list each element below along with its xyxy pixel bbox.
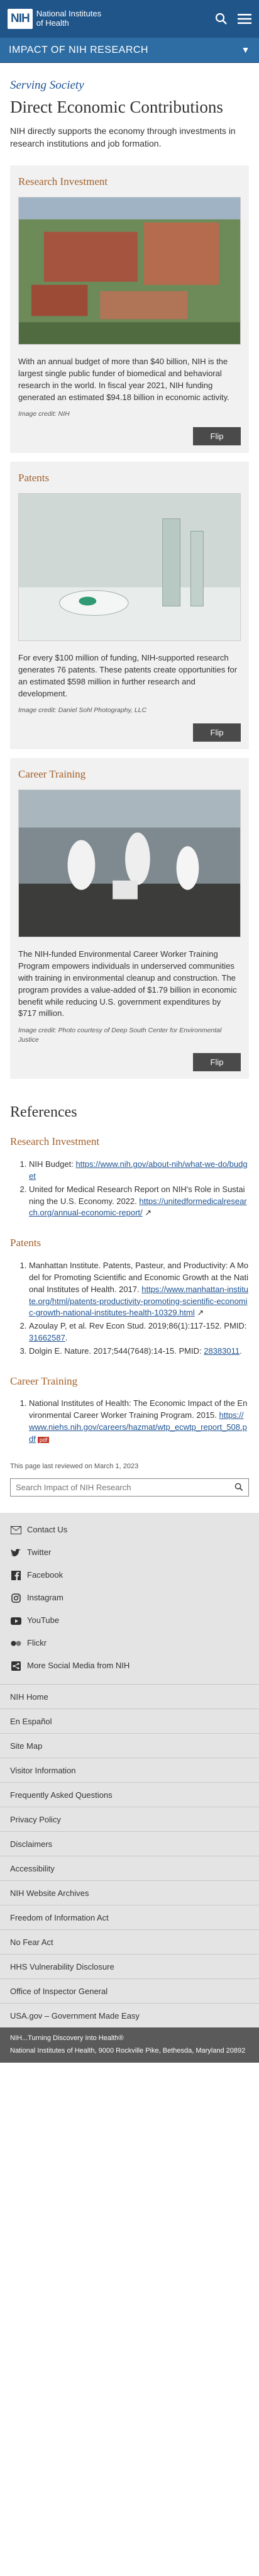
reference-link[interactable]: 31662587: [29, 1333, 65, 1342]
card-body: For every $100 million of funding, NIH-s…: [18, 653, 238, 698]
footer-link-nih-home[interactable]: NIH Home: [0, 1683, 259, 1709]
reference-link[interactable]: 28383011: [204, 1346, 240, 1356]
card-title: Career Training: [18, 767, 86, 780]
lab-photo: [18, 493, 241, 642]
references: References Research Investment NIH Budge…: [0, 1079, 259, 1446]
flickr-icon: [10, 1637, 22, 1649]
youtube-link[interactable]: YouTube: [0, 1610, 259, 1632]
footer-link-archives[interactable]: NIH Website Archives: [0, 1880, 259, 1905]
share-icon: [10, 1660, 22, 1672]
footer-link-faq[interactable]: Frequently Asked Questions: [0, 1781, 259, 1807]
flip-button[interactable]: Flip: [193, 1052, 241, 1071]
section-nav-title: IMPACT OF NIH RESEARCH: [9, 44, 148, 55]
image-credit: Image credit: NIH: [18, 410, 70, 418]
card-body: The NIH-funded Environmental Career Work…: [18, 949, 237, 1018]
footer-link-foia[interactable]: Freedom of Information Act: [0, 1904, 259, 1929]
youtube-icon: [10, 1615, 22, 1627]
card-patents: Patents For every $100 million of fundin…: [10, 461, 249, 749]
footer-link-oig[interactable]: Office of Inspector General: [0, 1978, 259, 2003]
footer-link-accessibility[interactable]: Accessibility: [0, 1855, 259, 1880]
intro: Serving Society Direct Economic Contribu…: [0, 63, 259, 157]
list-item: Azoulay P, et al. Rev Econ Stud. 2019;86…: [29, 1320, 249, 1344]
footer-address: National Institutes of Health, 9000 Rock…: [0, 2045, 259, 2063]
flip-button[interactable]: Flip: [193, 723, 241, 742]
card-title: Research Investment: [18, 175, 108, 187]
image-credit: Image credit: Photo courtesy of Deep Sou…: [18, 1027, 222, 1044]
list-item: National Institutes of Health: The Econo…: [29, 1398, 249, 1445]
footer-link-privacy[interactable]: Privacy Policy: [0, 1806, 259, 1831]
last-reviewed: This page last reviewed on March 1, 2023: [10, 1462, 139, 1470]
search-input[interactable]: [16, 1482, 234, 1492]
references-title: References: [10, 1103, 77, 1120]
search-icon[interactable]: [234, 1483, 243, 1492]
external-link-icon: ↗: [145, 1208, 152, 1218]
contact-us-link[interactable]: Contact Us: [0, 1519, 259, 1542]
footer-link-espanol[interactable]: En Español: [0, 1708, 259, 1733]
search-box: [10, 1478, 249, 1497]
ref-heading-research: Research Investment: [10, 1135, 100, 1148]
mail-icon: [10, 1524, 22, 1536]
facebook-icon: [10, 1570, 22, 1581]
page-intro: NIH directly supports the economy throug…: [10, 125, 236, 149]
logo-text: National Institutes of Health: [36, 9, 102, 28]
footer-link-visitor-info[interactable]: Visitor Information: [0, 1757, 259, 1782]
cleanup-photo: [18, 789, 241, 938]
flickr-link[interactable]: Flickr: [0, 1632, 259, 1655]
footer-link-no-fear[interactable]: No Fear Act: [0, 1929, 259, 1954]
image-credit: Image credit: Daniel Sohl Photography, L…: [18, 706, 147, 715]
ref-heading-career: Career Training: [10, 1374, 78, 1387]
page-title: Direct Economic Contributions: [10, 97, 223, 116]
card-research-investment: Research Investment With an annual budge…: [10, 165, 249, 453]
list-item: United for Medical Research Report on NI…: [29, 1184, 249, 1220]
card-career-training: Career Training The NIH-funded Environme…: [10, 757, 249, 1079]
social-links: Contact Us Twitter Facebook Instagram Yo…: [0, 1512, 259, 1684]
footer-tagline: NIH...Turning Discovery Into Health®: [0, 2027, 259, 2046]
nih-logo[interactable]: NIH National Institutes of Health: [8, 9, 101, 29]
campus-photo: [18, 197, 241, 345]
footer-link-disclaimers[interactable]: Disclaimers: [0, 1831, 259, 1856]
instagram-link[interactable]: Instagram: [0, 1587, 259, 1610]
external-link-icon: ↗: [197, 1308, 204, 1318]
logo-mark: NIH: [8, 9, 33, 29]
site-header: NIH National Institutes of Health: [0, 0, 259, 38]
flip-button[interactable]: Flip: [193, 427, 241, 445]
twitter-icon: [10, 1547, 22, 1559]
chevron-down-icon: ▼: [241, 45, 250, 55]
pdf-badge: pdf: [37, 1436, 50, 1443]
more-social-link[interactable]: More Social Media from NIH: [0, 1655, 259, 1678]
footer-link-usagov[interactable]: USA.gov – Government Made Easy: [0, 2002, 259, 2027]
twitter-link[interactable]: Twitter: [0, 1542, 259, 1564]
list-item: Dolgin E. Nature. 2017;544(7648):14-15. …: [29, 1346, 249, 1358]
page-eyebrow: Serving Society: [10, 79, 84, 92]
menu-icon[interactable]: [238, 13, 251, 25]
search-icon[interactable]: [215, 13, 228, 25]
section-nav[interactable]: IMPACT OF NIH RESEARCH ▼: [0, 38, 259, 63]
ref-heading-patents: Patents: [10, 1237, 41, 1249]
footer-link-site-map[interactable]: Site Map: [0, 1732, 259, 1758]
footer-link-hhs-vdp[interactable]: HHS Vulnerability Disclosure: [0, 1953, 259, 1978]
list-item: Manhattan Institute. Patents, Pasteur, a…: [29, 1260, 249, 1319]
footer-links: NIH Home En Español Site Map Visitor Inf…: [0, 1683, 259, 2027]
facebook-link[interactable]: Facebook: [0, 1564, 259, 1587]
instagram-icon: [10, 1592, 22, 1604]
list-item: NIH Budget: https://www.nih.gov/about-ni…: [29, 1159, 249, 1183]
card-title: Patents: [18, 471, 50, 484]
card-body: With an annual budget of more than $40 b…: [18, 357, 229, 402]
